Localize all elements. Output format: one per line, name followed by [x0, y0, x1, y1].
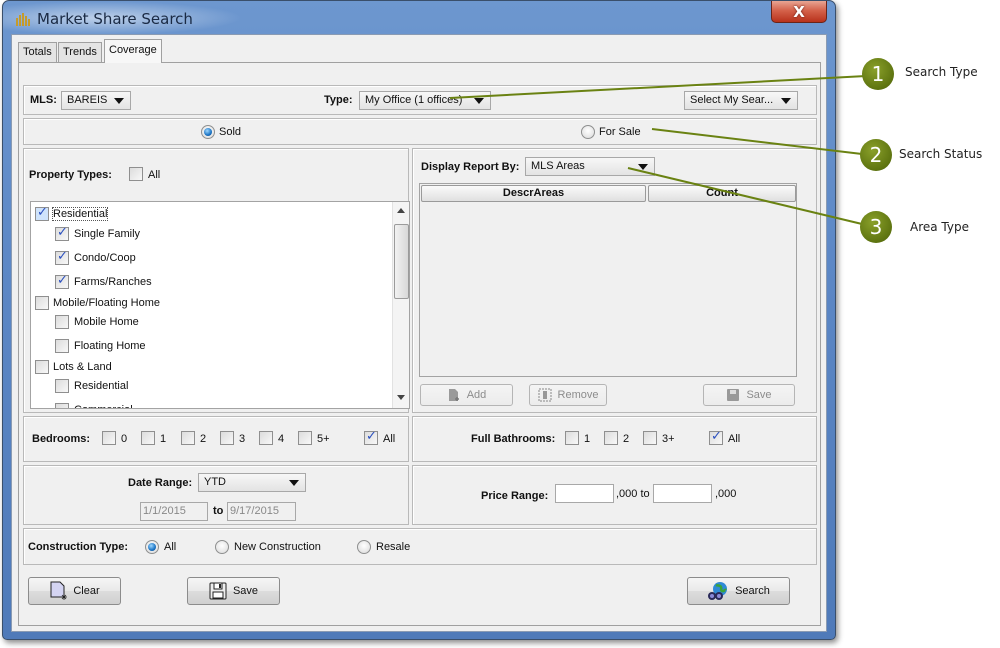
callout-line-1 [449, 75, 867, 99]
callout-label-area-type: Area Type [910, 220, 969, 234]
callout-badge-3: 3 [860, 211, 892, 243]
callout-label-search-type: Search Type [905, 65, 978, 79]
tab-coverage[interactable]: Coverage [104, 39, 162, 63]
callout-badge-1: 1 [862, 58, 894, 90]
callout-line-2 [651, 128, 863, 155]
callout-label-search-status: Search Status [899, 147, 983, 161]
callout-line-3 [627, 167, 863, 225]
callout-badge-2: 2 [860, 139, 892, 171]
callout-lines [449, 75, 867, 225]
